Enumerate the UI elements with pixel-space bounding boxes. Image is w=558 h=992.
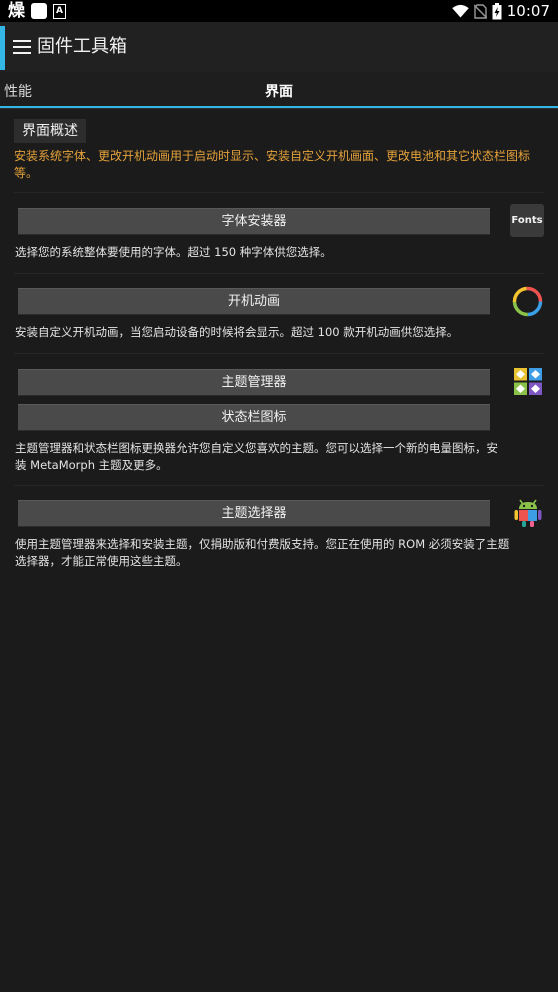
wifi-icon [452, 4, 469, 18]
status-bar-icons-button[interactable]: 状态栏图标 [18, 404, 490, 431]
clock: 10:07 [506, 2, 550, 20]
app-title: 固件工具箱 [37, 36, 127, 57]
notification-char: 燥 [8, 1, 25, 21]
theme-tiles-icon[interactable] [514, 368, 542, 395]
tab-divider [0, 108, 558, 109]
app-bar: 固件工具箱 [0, 22, 558, 72]
colorful-android-icon[interactable] [514, 498, 542, 528]
theme-manager-button[interactable]: 主题管理器 [18, 369, 490, 396]
theme-manager-description: 主题管理器和状态栏图标更换器允许您自定义您喜欢的主题。您可以选择一个新的电量图标… [15, 440, 545, 474]
tab-performance[interactable]: 性能 [4, 82, 32, 102]
fonts-icon[interactable]: Fonts [510, 204, 544, 237]
theme-chooser-description: 使用主题管理器来选择和安装主题，仅捐助版和付费版支持。您正在使用的 ROM 必须… [15, 536, 545, 570]
tab-interface[interactable]: 界面 [265, 82, 293, 102]
battery-charging-icon [492, 2, 502, 19]
boot-animation-button[interactable]: 开机动画 [18, 288, 490, 315]
notification-square-icon [31, 3, 47, 19]
theme-manager-description-line-1: 主题管理器和状态栏图标更换器允许您自定义您喜欢的主题。您可以选择一个新的电量图标… [15, 441, 498, 455]
font-installer-description: 选择您的系统整体要使用的字体。超过 150 种字体供您选择。 [15, 245, 332, 259]
theme-chooser-button[interactable]: 主题选择器 [18, 500, 490, 527]
divider [14, 353, 544, 354]
hamburger-menu-icon[interactable] [13, 40, 31, 54]
boot-animation-description: 安装自定义开机动画，当您启动设备的时候将会显示。超过 100 款开机动画供您选择… [15, 325, 459, 339]
theme-chooser-description-line-1: 使用主题管理器来选择和安装主题，仅捐助版和付费版支持。您正在使用的 ROM 必须… [15, 537, 510, 551]
divider [14, 192, 544, 193]
divider [14, 273, 544, 274]
status-bar: 燥 A 10:07 [0, 0, 558, 22]
no-sim-icon [473, 3, 487, 19]
tab-bar: 性能 界面 [0, 72, 558, 109]
section-header: 界面概述 [14, 119, 86, 143]
drawer-edge-indicator [0, 26, 5, 70]
section-intro: 安装系统字体、更改开机动画用于启动时显示、安装自定义开机画面、更改电池和其它状态… [14, 149, 531, 180]
theme-chooser-description-line-2: 选择器，才能正常使用这些主题。 [15, 554, 188, 568]
divider [14, 485, 544, 486]
notification-a-icon: A [53, 3, 66, 19]
boot-animation-ring-icon[interactable] [511, 285, 544, 318]
theme-manager-description-line-2: 装 MetaMorph 主题及更多。 [15, 458, 168, 472]
font-installer-button[interactable]: 字体安装器 [18, 208, 490, 235]
